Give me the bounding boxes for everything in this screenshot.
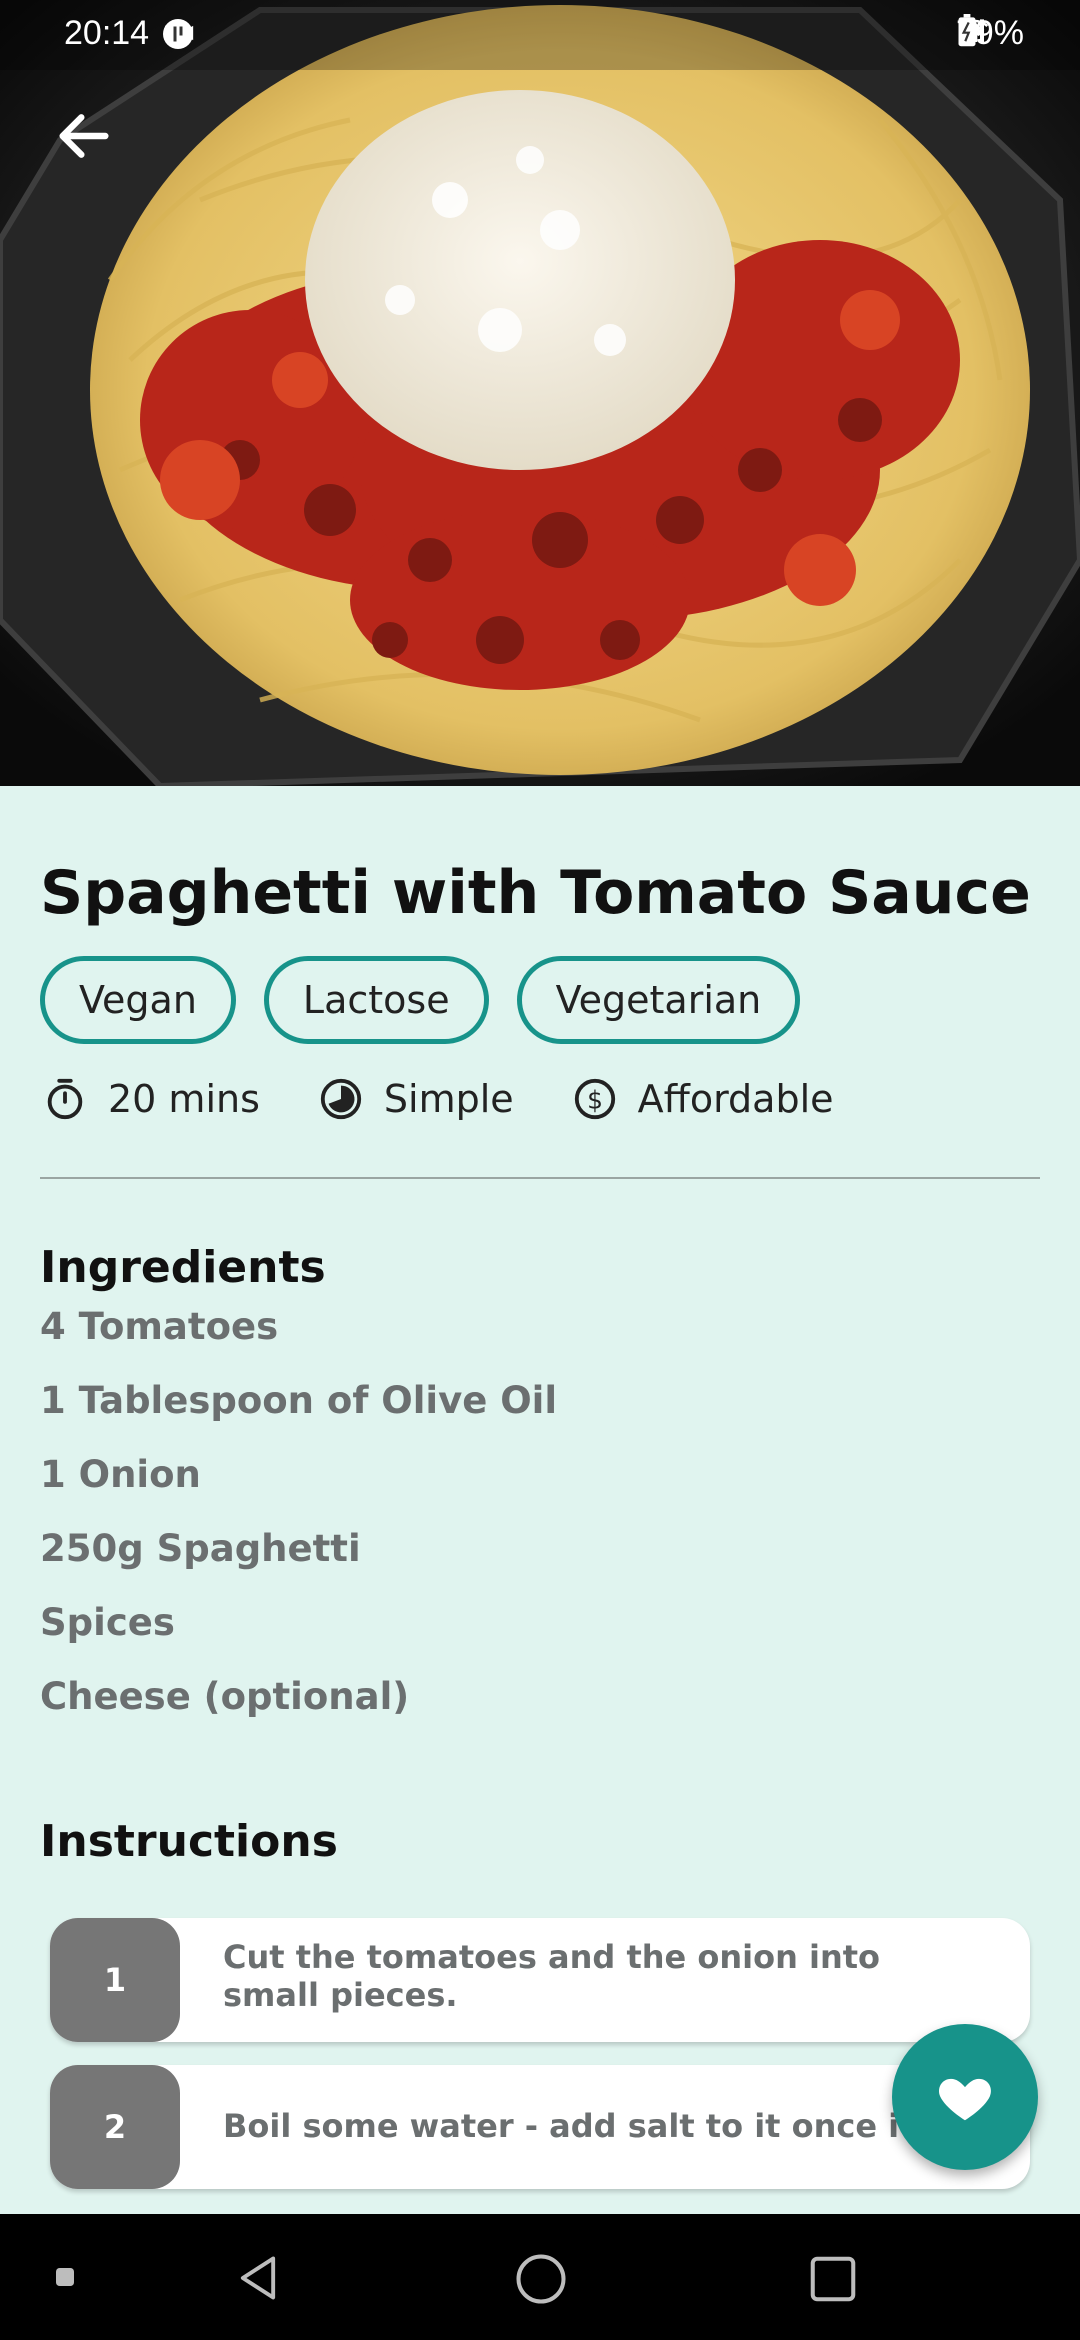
pie-chart-icon [320, 1078, 362, 1120]
duration: 20 mins [42, 1076, 260, 1122]
tag-chip-lactose[interactable]: Lactose [263, 956, 489, 1044]
ingredients-heading: Ingredients [40, 1242, 326, 1293]
duration-text: 20 mins [108, 1077, 260, 1121]
affordability-text: Affordable [637, 1077, 834, 1121]
affordability: $ Affordable [572, 1076, 834, 1122]
nav-recents-button[interactable] [806, 2252, 860, 2310]
arrow-back-icon [59, 114, 109, 158]
instructions-heading: Instructions [40, 1816, 338, 1867]
timer-icon [47, 1078, 83, 1120]
spaghetti-photo [0, 0, 1080, 786]
ingredient-item: 250g Spaghetti [40, 1527, 361, 1570]
ingredient-item: 1 Tablespoon of Olive Oil [40, 1379, 558, 1422]
svg-text:$: $ [587, 1086, 603, 1115]
tag-chip-vegetarian[interactable]: Vegetarian [516, 956, 801, 1044]
step-text: Boil some water - add salt to it once it… [223, 2107, 1010, 2145]
step-number: 2 [50, 2065, 180, 2189]
complexity-text: Simple [383, 1077, 514, 1121]
tag-chips: Vegan Lactose Vegetarian [40, 956, 801, 1044]
nav-extra-button[interactable] [56, 2268, 74, 2290]
dollar-icon: $ [574, 1078, 615, 1120]
ingredient-item: 4 Tomatoes [40, 1305, 279, 1348]
heart-icon [939, 2078, 991, 2121]
divider [40, 1177, 1040, 1179]
nav-home-button[interactable] [514, 2252, 568, 2310]
recipe-meta: 20 mins Simple $ Affordable [42, 1076, 892, 1122]
ingredient-item: 1 Onion [40, 1453, 201, 1496]
ingredient-item: Cheese (optional) [40, 1675, 410, 1718]
recipe-image: 20:14 79% [0, 0, 1080, 786]
ingredient-item: Spices [40, 1601, 175, 1644]
square-recents-icon [810, 2256, 856, 2302]
status-bar: 20:14 79% [0, 0, 1080, 70]
circle-home-icon [516, 2254, 566, 2304]
instruction-step: 2 Boil some water - add salt to it once … [50, 2065, 1030, 2189]
nav-back-button[interactable] [232, 2252, 284, 2308]
small-square-icon [56, 2268, 74, 2286]
instructions-list: 1 Cut the tomatoes and the onion into sm… [50, 1918, 1030, 2212]
step-text: Cut the tomatoes and the onion into smal… [223, 1938, 881, 2014]
status-time: 20:14 [64, 14, 150, 52]
system-nav-bar [0, 2214, 1080, 2340]
recipe-title: Spaghetti with Tomato Sauce [40, 858, 1031, 928]
complexity: Simple [318, 1076, 514, 1122]
back-button[interactable] [52, 104, 116, 168]
app-icon [163, 19, 193, 49]
step-number: 1 [50, 1918, 180, 2042]
instruction-step: 1 Cut the tomatoes and the onion into sm… [50, 1918, 1030, 2042]
battery-icon [958, 14, 976, 47]
tag-chip-vegan[interactable]: Vegan [40, 956, 236, 1044]
favorite-button[interactable] [892, 2024, 1038, 2170]
triangle-back-icon [240, 2256, 276, 2300]
ingredients-list: 4 Tomatoes 1 Tablespoon of Olive Oil 1 O… [40, 1306, 557, 1750]
